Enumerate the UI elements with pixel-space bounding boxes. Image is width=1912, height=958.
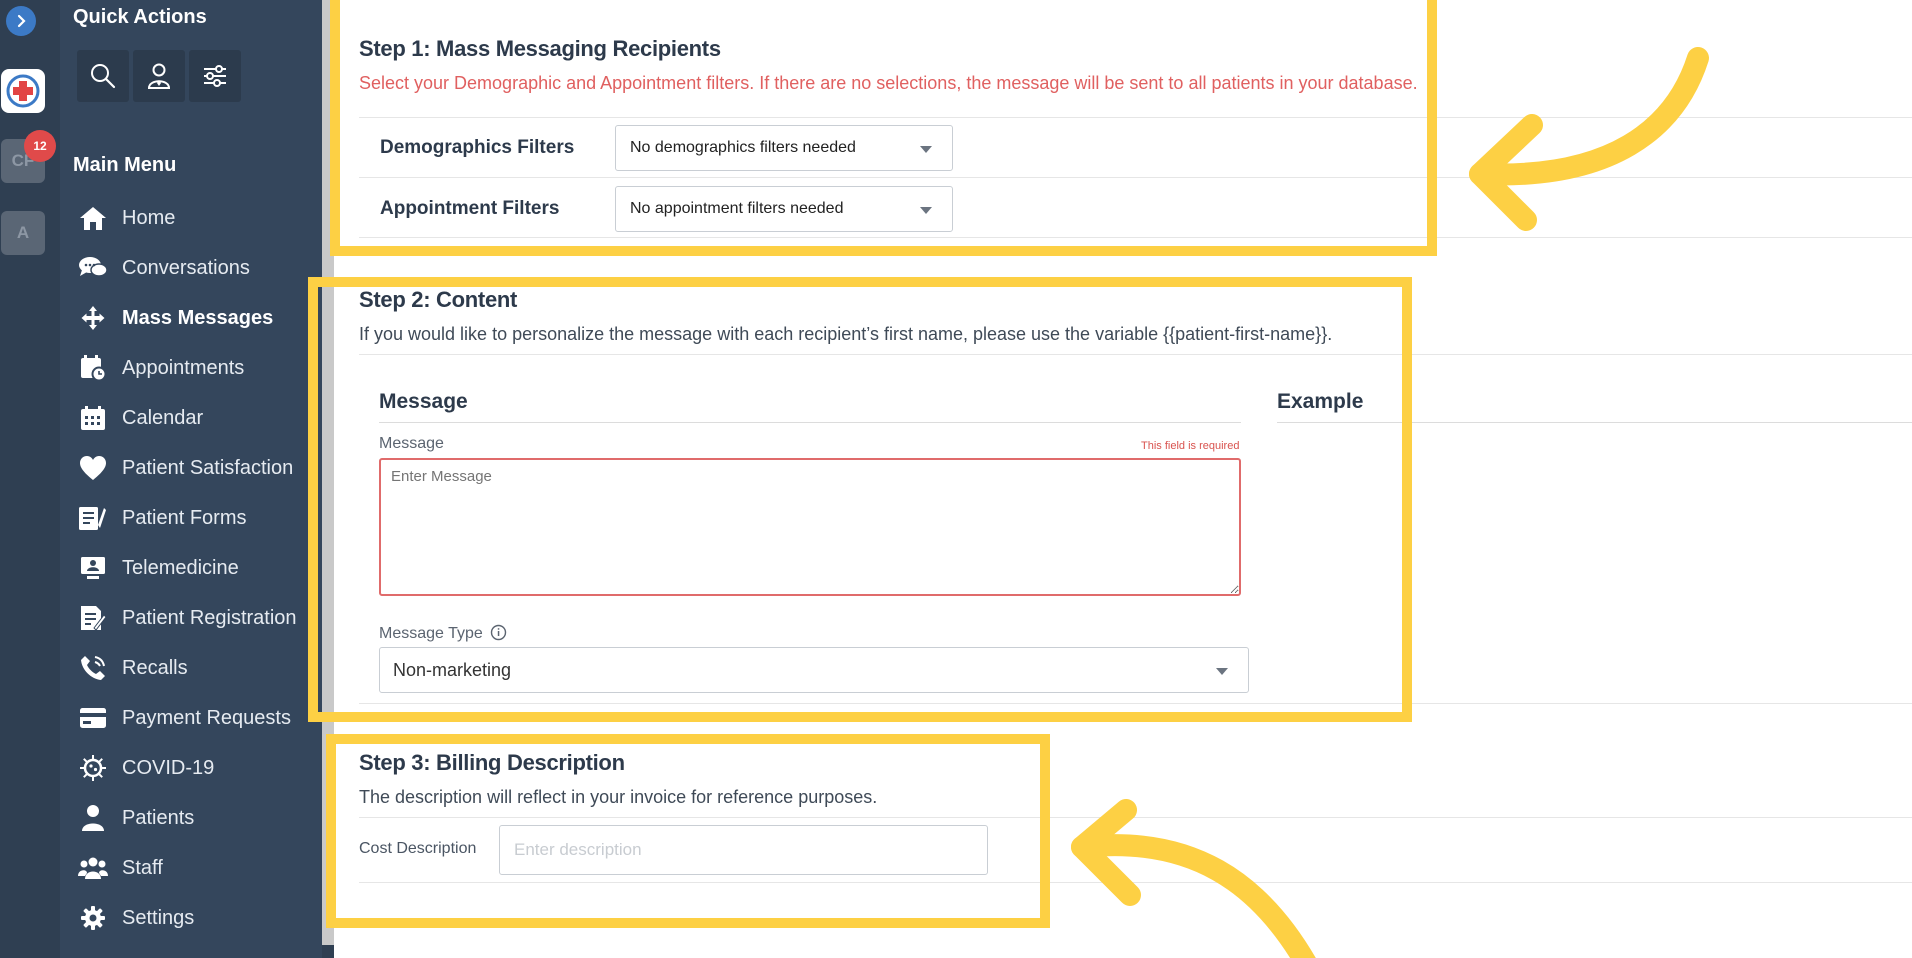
sidebar-item-label: Conversations (122, 256, 250, 279)
clinic-logo[interactable] (1, 69, 45, 113)
chevron-right-icon (17, 14, 26, 28)
sidebar-item-appointments[interactable]: Appointments (78, 350, 244, 386)
sidebar-item-label: Calendar (122, 406, 204, 429)
quick-search-button[interactable] (77, 50, 129, 102)
sidebar-item-recalls[interactable]: Recalls (78, 650, 188, 686)
sidebar-item-patient-forms[interactable]: Patient Forms (78, 500, 246, 536)
sidebar-item-payment-requests[interactable]: Payment Requests (78, 700, 291, 736)
sidebar-item-label: Patient Registration (122, 606, 297, 629)
sidebar-item-label: Home (122, 206, 176, 229)
chat-icon (78, 253, 108, 283)
sidebar-item-label: Payment Requests (122, 706, 291, 729)
sidebar-item-conversations[interactable]: Conversations (78, 250, 250, 286)
sidebar-item-label: COVID-19 (122, 756, 215, 779)
sidebar-item-patient-satisfaction[interactable]: Patient Satisfaction (78, 450, 293, 486)
quick-patient-button[interactable] (133, 50, 185, 102)
sidebar-item-label: Patient Forms (122, 506, 247, 529)
sidebar-item-label: Staff (122, 856, 163, 879)
sidebar-item-home[interactable]: Home (78, 200, 175, 236)
workspace-tile-a[interactable]: A (1, 211, 45, 255)
sidebar-item-label: Patients (122, 806, 195, 829)
step2-highlight-box (308, 277, 1412, 722)
arrow-annotation-upper (1469, 47, 1709, 231)
appointment-icon (78, 353, 108, 383)
sidebar-item-label: Settings (122, 906, 195, 929)
forms-icon (78, 503, 108, 533)
step3-highlight-box (326, 734, 1050, 928)
phone-icon (78, 653, 108, 683)
gear-icon (78, 903, 108, 933)
sidebar-item-mass-messages[interactable]: Mass Messages (78, 300, 273, 336)
sidebar-item-settings[interactable]: Settings (78, 900, 194, 936)
quick-actions-title: Quick Actions (73, 6, 207, 28)
broadcast-icon (78, 303, 108, 333)
quick-filters-button[interactable] (189, 50, 241, 102)
main-menu-title: Main Menu (73, 154, 177, 176)
sidebar-item-covid-19[interactable]: COVID-19 (78, 750, 214, 786)
patient-icon (78, 803, 108, 833)
sidebar-item-label: Mass Messages (122, 306, 274, 329)
heart-icon (78, 453, 108, 483)
sidebar-item-patient-registration[interactable]: Patient Registration (78, 600, 297, 636)
home-icon (78, 203, 108, 233)
sidebar-item-telemedicine[interactable]: Telemedicine (78, 550, 239, 586)
registration-icon (78, 603, 108, 633)
sidebar-item-calendar[interactable]: Calendar (78, 400, 203, 436)
calendar-icon (78, 403, 108, 433)
notification-badge: 12 (24, 130, 56, 162)
virus-icon (78, 753, 108, 783)
sidebar-item-staff[interactable]: Staff (78, 850, 163, 886)
sidebar-item-label: Appointments (122, 356, 245, 379)
card-icon (78, 703, 108, 733)
step1-highlight-box (330, 0, 1437, 256)
telemedicine-icon (78, 553, 108, 583)
sidebar-item-label: Recalls (122, 656, 188, 679)
medical-cross-icon (6, 74, 40, 108)
sidebar-item-label: Patient Satisfaction (122, 456, 294, 479)
staff-icon (78, 853, 108, 883)
search-icon (91, 64, 116, 89)
sidebar-item-patients[interactable]: Patients (78, 800, 194, 836)
patient-lookup-icon (147, 63, 171, 89)
app-rail: CF 12 A (0, 0, 60, 958)
expand-toggle-button[interactable] (6, 6, 36, 36)
sidebar-item-label: Telemedicine (122, 556, 239, 579)
arrow-annotation-lower (1071, 799, 1316, 958)
sliders-icon (204, 65, 226, 87)
